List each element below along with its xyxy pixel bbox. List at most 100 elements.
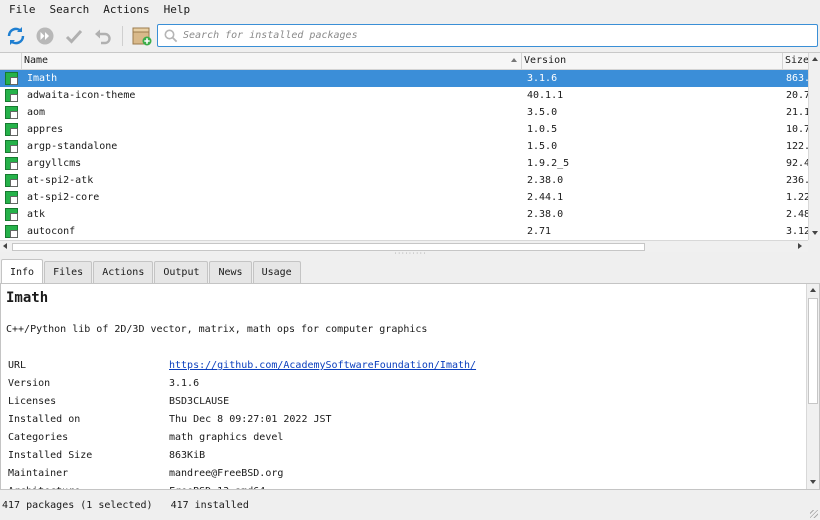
- horizontal-scroll-thumb[interactable]: [12, 243, 645, 251]
- table-row[interactable]: atk 2.38.0 2.48: [0, 206, 808, 223]
- info-vertical-scrollbar[interactable]: [806, 284, 819, 489]
- column-header-version[interactable]: Version: [522, 53, 783, 70]
- scroll-up-icon[interactable]: [812, 57, 818, 61]
- package-name: at-spi2-core: [27, 192, 100, 203]
- package-list-vertical-scrollbar[interactable]: [808, 53, 820, 240]
- table-row[interactable]: at-spi2-atk 2.38.0 236.: [0, 172, 808, 189]
- info-field-key: Licenses: [8, 396, 57, 407]
- tab-news[interactable]: News: [209, 261, 252, 283]
- info-field-key: Installed Size: [8, 450, 93, 461]
- undo-button[interactable]: [90, 23, 116, 49]
- package-installed-icon: [0, 172, 22, 189]
- tab-output[interactable]: Output: [154, 261, 209, 283]
- info-field-value: 863KiB: [169, 450, 206, 461]
- info-field: Installed Size 863KiB: [8, 450, 788, 468]
- info-field-value: BSD3CLAUSE: [169, 396, 230, 407]
- package-name: aom: [27, 107, 46, 118]
- menu-bar: File Search Actions Help: [0, 0, 820, 20]
- info-field-value-wrap: mandree@FreeBSD.org: [169, 468, 283, 486]
- package-version: 1.0.5: [527, 124, 558, 135]
- menu-actions[interactable]: Actions: [96, 0, 156, 20]
- info-field: Installed on Thu Dec 8 09:27:01 2022 JST: [8, 414, 788, 432]
- search-input[interactable]: [183, 30, 803, 41]
- column-header-name[interactable]: Name: [22, 53, 522, 70]
- package-add-icon: [132, 27, 152, 46]
- info-field-value-wrap: 863KiB: [169, 450, 205, 468]
- table-row[interactable]: adwaita-icon-theme 40.1.1 20.7: [0, 87, 808, 104]
- package-description: C++/Python lib of 2D/3D vector, matrix, …: [6, 324, 428, 335]
- package-version: 3.1.6: [527, 73, 558, 84]
- tab-files[interactable]: Files: [44, 261, 93, 283]
- package-size: 122.: [786, 141, 808, 152]
- info-scroll-thumb[interactable]: [808, 298, 818, 404]
- package-version: 40.1.1: [527, 90, 564, 101]
- info-scroll-up-icon[interactable]: [810, 288, 816, 292]
- info-field-key: Categories: [8, 432, 69, 443]
- table-row[interactable]: autoconf 2.71 3.12: [0, 223, 808, 240]
- package-name: atk: [27, 209, 46, 220]
- info-field-key: Architecture: [8, 486, 169, 489]
- status-bar: 417 packages (1 selected) 417 installed: [0, 497, 820, 515]
- info-field-key: Version: [8, 378, 51, 389]
- package-name: appres: [27, 124, 64, 135]
- package-name: argyllcms: [27, 158, 82, 169]
- table-row[interactable]: argyllcms 1.9.2_5 92.4: [0, 155, 808, 172]
- column-header-size-label: Size: [785, 55, 810, 66]
- package-installed-icon: [0, 223, 22, 240]
- package-version: 2.38.0: [527, 209, 564, 220]
- tab-usage[interactable]: Usage: [252, 261, 301, 283]
- package-rows: Imath 3.1.6 863. adwaita-icon-theme 40.1.1 20…: [0, 70, 808, 240]
- package-installed-icon: [0, 155, 22, 172]
- column-header-size[interactable]: Size: [783, 53, 810, 70]
- apply-button[interactable]: [61, 23, 87, 49]
- package-version: 2.44.1: [527, 192, 564, 203]
- refresh-button[interactable]: [3, 23, 29, 49]
- table-row[interactable]: at-spi2-core 2.44.1 1.22: [0, 189, 808, 206]
- package-size: 20.7: [786, 90, 808, 101]
- package-size: 2.48: [786, 209, 808, 220]
- upgrade-all-button[interactable]: [32, 23, 58, 49]
- search-icon: [164, 29, 178, 42]
- table-row[interactable]: Imath 3.1.6 863.: [0, 70, 808, 87]
- package-list-header: Name Version Size: [0, 53, 810, 70]
- package-installed-icon: [0, 87, 22, 104]
- info-field: Version 3.1.6: [8, 378, 788, 396]
- table-row[interactable]: aom 3.5.0 21.1: [0, 104, 808, 121]
- menu-file[interactable]: File: [2, 0, 43, 20]
- column-header-icon[interactable]: [0, 53, 22, 70]
- undo-icon: [95, 29, 111, 45]
- package-url-link[interactable]: https://github.com/AcademySoftwareFounda…: [169, 360, 476, 371]
- scroll-right-icon[interactable]: [798, 243, 802, 249]
- package-add-button[interactable]: [129, 23, 155, 49]
- info-field-value: FreeBSD:13:amd64: [169, 486, 265, 489]
- package-version: 3.5.0: [527, 107, 558, 118]
- info-scroll-down-icon[interactable]: [810, 480, 816, 484]
- menu-search[interactable]: Search: [43, 0, 97, 20]
- package-installed-icon: [0, 206, 22, 223]
- apply-icon: [65, 29, 83, 44]
- info-field: ArchitectureFreeBSD:13:amd64: [8, 486, 788, 489]
- search-box[interactable]: [157, 24, 818, 47]
- package-installed-icon: [0, 121, 22, 138]
- package-list[interactable]: Name Version Size Imath 3.1.6 863. adwaita-…: [0, 52, 820, 252]
- package-installed-icon: [0, 70, 22, 87]
- table-row[interactable]: argp-standalone 1.5.0 122.: [0, 138, 808, 155]
- package-installed-icon: [0, 138, 22, 155]
- scroll-left-icon[interactable]: [3, 243, 7, 249]
- column-header-name-label: Name: [24, 55, 49, 66]
- package-size: 3.12: [786, 226, 808, 237]
- sort-ascending-icon: [511, 58, 517, 62]
- info-field-value-wrap: BSD3CLAUSE: [169, 396, 229, 414]
- menu-help[interactable]: Help: [157, 0, 198, 20]
- tab-info[interactable]: Info: [1, 259, 44, 284]
- info-field-value-wrap: Thu Dec 8 09:27:01 2022 JST: [169, 414, 332, 432]
- info-field-value-wrap: math graphics devel: [169, 432, 283, 450]
- info-field: URL https://github.com/AcademySoftwareFou…: [8, 360, 788, 378]
- info-field-value: mandree@FreeBSD.org: [169, 468, 284, 479]
- scroll-down-icon[interactable]: [812, 231, 818, 235]
- tab-actions[interactable]: Actions: [93, 261, 154, 283]
- table-row[interactable]: appres 1.0.5 10.7: [0, 121, 808, 138]
- info-field-value-wrap: FreeBSD:13:amd64: [169, 486, 265, 489]
- info-field-value-wrap: 3.1.6: [169, 378, 199, 396]
- resize-grip[interactable]: [810, 510, 818, 518]
